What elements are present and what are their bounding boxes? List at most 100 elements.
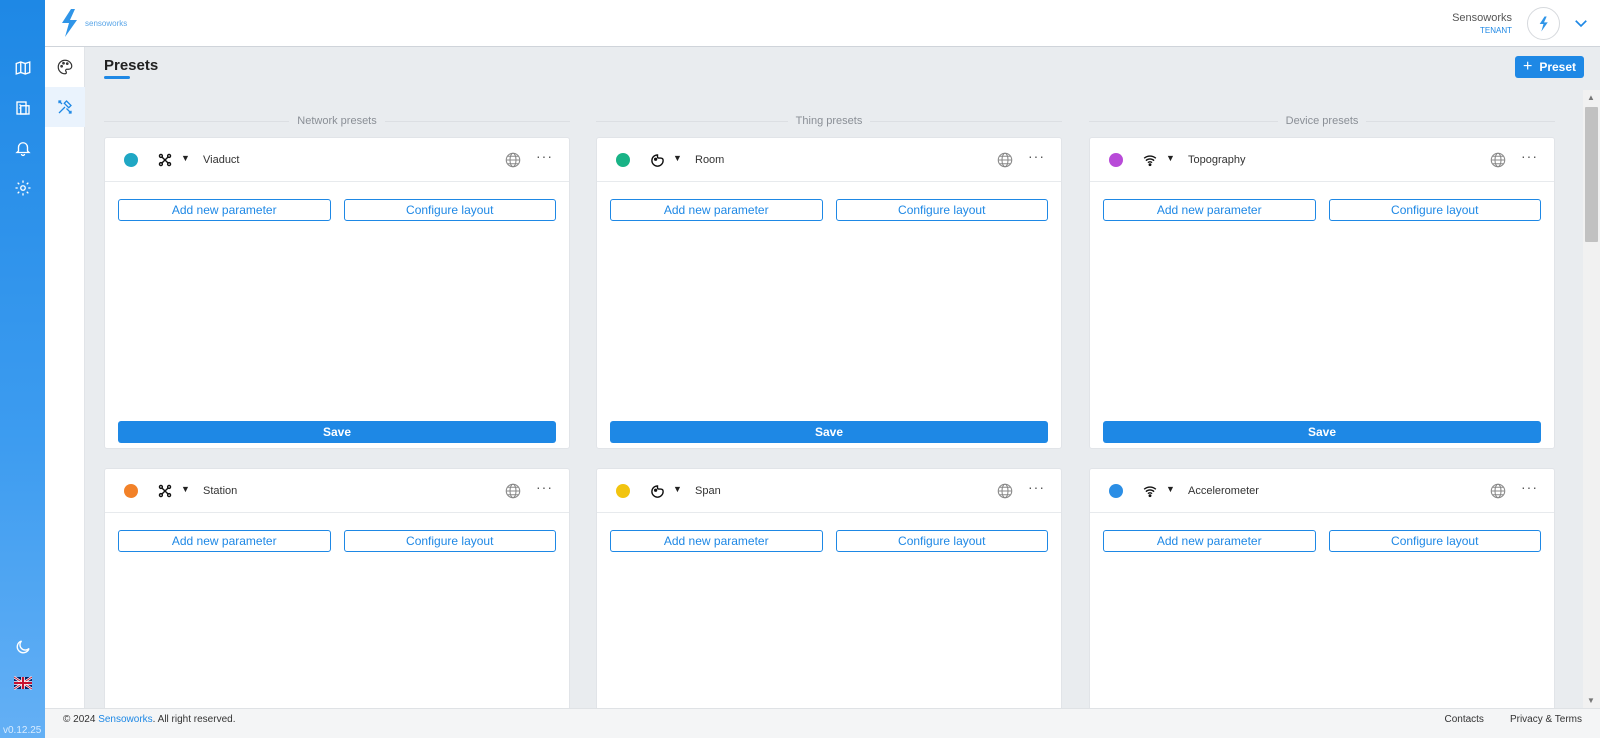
globe-icon[interactable] xyxy=(1489,482,1507,500)
globe-icon[interactable] xyxy=(504,482,522,500)
preset-color-dot[interactable] xyxy=(124,153,138,167)
scroll-down-icon[interactable]: ▼ xyxy=(1587,696,1595,705)
globe-icon[interactable] xyxy=(504,151,522,169)
app-version: v0.12.25 xyxy=(3,725,42,736)
bell-icon[interactable] xyxy=(12,137,34,159)
sensoworks-logo[interactable]: sensoworks xyxy=(57,7,127,39)
preset-card: ▼ Accelerometer ··· Add new parameter Co… xyxy=(1089,468,1555,708)
preset-name[interactable]: Room xyxy=(695,154,724,166)
add-preset-button[interactable]: + Preset xyxy=(1515,56,1584,78)
configure-layout-button[interactable]: Configure layout xyxy=(1328,199,1541,221)
add-parameter-button[interactable]: Add new parameter xyxy=(1103,199,1316,221)
add-parameter-button[interactable]: Add new parameter xyxy=(610,199,823,221)
add-preset-label: Preset xyxy=(1539,60,1577,74)
column-title: Network presets xyxy=(297,115,377,127)
preset-color-dot[interactable] xyxy=(1109,484,1123,498)
column-title: Device presets xyxy=(1285,115,1359,127)
preset-card: ▼ Station ··· Add new parameter Configur… xyxy=(104,468,570,708)
type-dropdown-caret[interactable]: ▼ xyxy=(673,153,682,163)
type-dropdown-caret[interactable]: ▼ xyxy=(1166,153,1175,163)
card-header: ▼ Accelerometer ··· xyxy=(1090,469,1554,513)
footer-links: Contacts Privacy & Terms xyxy=(1444,714,1582,725)
save-button[interactable]: Save xyxy=(118,421,556,443)
copyright-suffix: . All right reserved. xyxy=(152,714,236,725)
preset-color-dot[interactable] xyxy=(124,484,138,498)
preset-name[interactable]: Span xyxy=(695,485,721,497)
save-button[interactable]: Save xyxy=(1103,421,1541,443)
configure-layout-button[interactable]: Configure layout xyxy=(343,199,556,221)
more-options-icon[interactable]: ··· xyxy=(1028,148,1045,164)
configure-layout-button[interactable]: Configure layout xyxy=(1328,530,1541,552)
map-icon[interactable] xyxy=(12,57,34,79)
preset-color-dot[interactable] xyxy=(1109,153,1123,167)
preset-color-dot[interactable] xyxy=(616,484,630,498)
more-options-icon[interactable]: ··· xyxy=(536,148,553,164)
preset-name[interactable]: Topography xyxy=(1188,154,1246,166)
configure-layout-button[interactable]: Configure layout xyxy=(343,530,556,552)
logo-text: sensoworks xyxy=(85,19,128,28)
brand-link[interactable]: Sensoworks xyxy=(98,714,152,725)
copyright: © 2024 Sensoworks. All right reserved. xyxy=(63,714,235,725)
left-rail: v0.12.25 xyxy=(0,0,45,738)
column-header-thing: Thing presets xyxy=(596,114,1062,128)
globe-icon[interactable] xyxy=(996,482,1014,500)
scroll-thumb[interactable] xyxy=(1585,107,1598,242)
type-dropdown-caret[interactable]: ▼ xyxy=(181,153,190,163)
page-title: Presets xyxy=(104,57,159,74)
plus-icon: + xyxy=(1522,58,1533,75)
preset-name[interactable]: Station xyxy=(203,485,237,497)
user-role: TENANT xyxy=(1480,26,1512,35)
tools-icon[interactable] xyxy=(45,87,85,127)
secondary-nav xyxy=(45,47,85,723)
chevron-down-icon[interactable] xyxy=(1572,14,1590,32)
type-dropdown-caret[interactable]: ▼ xyxy=(1166,484,1175,494)
moon-icon[interactable] xyxy=(12,636,34,658)
card-header: ▼ Station ··· xyxy=(105,469,569,513)
top-header: sensoworks Sensoworks TENANT xyxy=(45,0,1600,47)
vertical-scrollbar[interactable]: ▲ ▼ xyxy=(1583,90,1600,708)
column-title: Thing presets xyxy=(795,115,863,127)
thing-icon[interactable] xyxy=(649,483,665,499)
user-info: Sensoworks TENANT xyxy=(1452,12,1512,35)
gear-icon[interactable] xyxy=(12,177,34,199)
preset-card: ▼ Span ··· Add new parameter Configure l… xyxy=(596,468,1062,708)
column-header-network: Network presets xyxy=(104,114,571,128)
wifi-icon[interactable] xyxy=(1142,152,1158,168)
user-name: Sensoworks xyxy=(1452,12,1512,24)
scroll-up-icon[interactable]: ▲ xyxy=(1587,93,1595,102)
more-options-icon[interactable]: ··· xyxy=(1521,148,1538,164)
preset-name[interactable]: Viaduct xyxy=(203,154,240,166)
avatar[interactable] xyxy=(1527,7,1560,40)
globe-icon[interactable] xyxy=(996,151,1014,169)
more-options-icon[interactable]: ··· xyxy=(536,479,553,495)
type-dropdown-caret[interactable]: ▼ xyxy=(181,484,190,494)
privacy-terms-link[interactable]: Privacy & Terms xyxy=(1510,714,1582,725)
buildings-icon[interactable] xyxy=(12,97,34,119)
uk-flag-icon[interactable] xyxy=(12,672,34,694)
preset-card: ▼ Topography ··· Add new parameter Confi… xyxy=(1089,137,1555,449)
card-header: ▼ Topography ··· xyxy=(1090,138,1554,182)
contacts-link[interactable]: Contacts xyxy=(1444,714,1483,725)
palette-icon[interactable] xyxy=(45,47,85,87)
network-icon[interactable] xyxy=(157,483,173,499)
copyright-prefix: © 2024 xyxy=(63,714,96,725)
configure-layout-button[interactable]: Configure layout xyxy=(835,199,1048,221)
more-options-icon[interactable]: ··· xyxy=(1028,479,1045,495)
preset-name[interactable]: Accelerometer xyxy=(1188,485,1259,497)
thing-icon[interactable] xyxy=(649,152,665,168)
card-header: ▼ Room ··· xyxy=(597,138,1061,182)
card-header: ▼ Span ··· xyxy=(597,469,1061,513)
wifi-icon[interactable] xyxy=(1142,483,1158,499)
add-parameter-button[interactable]: Add new parameter xyxy=(118,199,331,221)
title-underline xyxy=(104,76,130,79)
more-options-icon[interactable]: ··· xyxy=(1521,479,1538,495)
network-icon[interactable] xyxy=(157,152,173,168)
globe-icon[interactable] xyxy=(1489,151,1507,169)
save-button[interactable]: Save xyxy=(610,421,1048,443)
preset-color-dot[interactable] xyxy=(616,153,630,167)
configure-layout-button[interactable]: Configure layout xyxy=(835,530,1048,552)
type-dropdown-caret[interactable]: ▼ xyxy=(673,484,682,494)
add-parameter-button[interactable]: Add new parameter xyxy=(118,530,331,552)
add-parameter-button[interactable]: Add new parameter xyxy=(610,530,823,552)
add-parameter-button[interactable]: Add new parameter xyxy=(1103,530,1316,552)
